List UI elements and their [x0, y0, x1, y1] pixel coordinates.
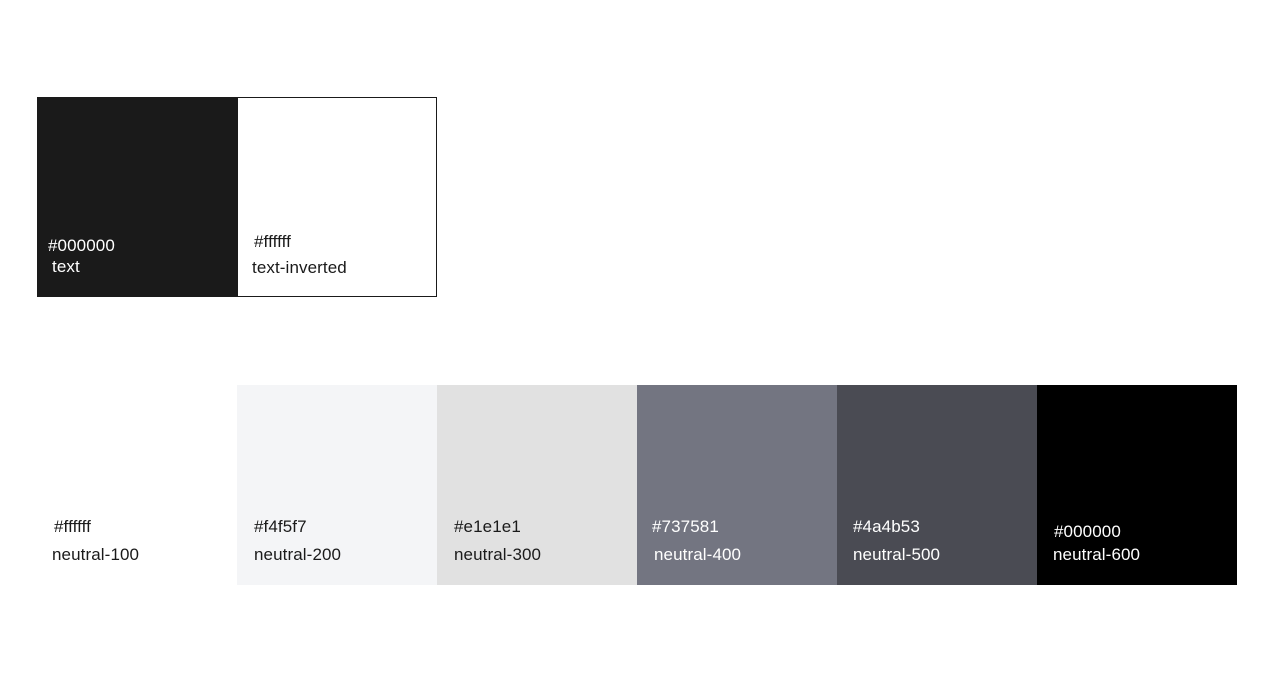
- swatch-hex-label: #ffffff: [54, 517, 91, 536]
- swatch-text: #000000 text: [37, 97, 237, 297]
- swatch-neutral-400: #737581 neutral-400: [637, 385, 837, 585]
- swatch-hex-label: #000000: [48, 236, 115, 255]
- swatch-neutral-300: #e1e1e1 neutral-300: [437, 385, 637, 585]
- swatch-neutral-600: #000000 neutral-600: [1037, 385, 1237, 585]
- swatch-name-label: neutral-600: [1053, 545, 1141, 564]
- swatch-text-inverted: #ffffff text-inverted: [237, 97, 437, 297]
- swatch-hex-label: #ffffff: [254, 232, 291, 251]
- swatch-name-label: neutral-300: [454, 545, 542, 564]
- swatch-name-label: neutral-200: [254, 545, 342, 564]
- swatch-name-label: text-inverted: [252, 258, 347, 277]
- swatch-hex-label: #737581: [652, 517, 719, 536]
- swatch-name-label: text: [52, 257, 80, 276]
- swatch-name-label: neutral-500: [853, 545, 941, 564]
- swatch-name-label: neutral-400: [654, 545, 742, 564]
- swatch-neutral-100: #ffffff neutral-100: [37, 385, 237, 585]
- swatch-hex-label: #f4f5f7: [254, 517, 307, 536]
- swatch-neutral-500: #4a4b53 neutral-500: [837, 385, 1037, 585]
- swatch-hex-label: #4a4b53: [853, 517, 920, 536]
- swatch-hex-label: #000000: [1054, 522, 1121, 541]
- swatch-hex-label: #e1e1e1: [454, 517, 521, 536]
- swatch-name-label: neutral-100: [52, 545, 140, 564]
- swatch-neutral-200: #f4f5f7 neutral-200: [237, 385, 437, 585]
